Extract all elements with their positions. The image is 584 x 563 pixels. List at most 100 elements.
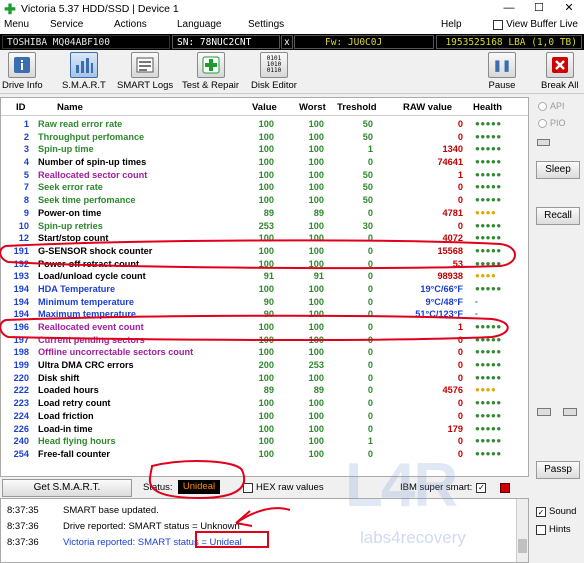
table-row[interactable]: 9 Power-on time 89 89 0 4781 ●●●● <box>1 207 528 220</box>
attr-name: Load/unload cycle count <box>38 271 146 282</box>
attr-name: Throughput perfomance <box>38 131 145 142</box>
col-health[interactable]: Health <box>473 102 502 113</box>
menu-item-settings[interactable]: Settings <box>248 19 284 30</box>
table-row[interactable]: 240 Head flying hours 100 100 1 0 ●●●●● <box>1 435 528 448</box>
attr-worst: 100 <box>308 309 324 320</box>
hints-checkbox[interactable] <box>536 524 546 535</box>
attr-value: 100 <box>258 372 274 383</box>
table-row[interactable]: 193 Load/unload cycle count 91 91 0 98938 ●●●● <box>1 270 528 283</box>
close-drive-icon[interactable]: x <box>281 35 293 49</box>
attr-name: Spin-up retries <box>38 220 103 231</box>
table-row[interactable]: 4 Number of spin-up times 100 100 0 74641 ●●●●… <box>1 156 528 169</box>
view-buffer-label: View Buffer Live <box>506 19 578 30</box>
attr-worst: 89 <box>313 207 324 218</box>
hex-raw-toggle[interactable]: HEX raw values <box>243 482 324 493</box>
attr-threshold: 0 <box>367 385 373 396</box>
table-row[interactable]: 3 Spin-up time 100 100 1 1340 ●●●●● <box>1 143 528 156</box>
attr-name: Loaded hours <box>38 385 99 396</box>
attr-threshold: 0 <box>367 360 373 371</box>
col-name[interactable]: Name <box>57 102 83 113</box>
table-row[interactable]: 197 Current pending sectors 100 100 0 0 ●●●●● <box>1 334 528 347</box>
table-row[interactable]: 194 Minimum temperature 90 100 0 9°C/48°F - <box>1 296 528 309</box>
table-row[interactable]: 194 HDA Temperature 100 100 0 19°C/66°F ●●●●● <box>1 283 528 296</box>
drive-info-button[interactable]: Drive Info <box>2 52 43 92</box>
table-row[interactable]: 2 Throughput perfomance 100 100 50 0 ●●●●● <box>1 131 528 144</box>
table-row[interactable]: 10 Spin-up retries 253 100 30 0 ●●●●● <box>1 220 528 233</box>
view-buffer-checkbox[interactable] <box>493 19 504 30</box>
small-left-button[interactable] <box>537 408 551 416</box>
sleep-button[interactable]: Sleep <box>536 161 580 179</box>
col-threshold[interactable]: Treshold <box>337 102 377 113</box>
drive-info-bar: TOSHIBA MQ04ABF100 SN: 78NUC2CNT x Fw: J… <box>0 34 584 50</box>
attr-raw: 0 <box>457 119 463 129</box>
table-row[interactable]: 220 Disk shift 100 100 0 0 ●●●●● <box>1 372 528 385</box>
disk-editor-button[interactable]: 0101 1010 0110 Disk Editor <box>251 52 297 92</box>
maximize-icon[interactable]: ☐ <box>524 0 554 17</box>
get-smart-button[interactable]: Get S.M.A.R.T. <box>2 479 132 497</box>
table-row[interactable]: 223 Load retry count 100 100 0 0 ●●●●● <box>1 397 528 410</box>
table-row[interactable]: 222 Loaded hours 89 89 0 4576 ●●●● <box>1 384 528 397</box>
pause-button[interactable]: ❚❚ Pause <box>488 52 516 92</box>
right-panel: API PIO Sleep Recall Passp <box>530 94 584 494</box>
hex-raw-checkbox[interactable] <box>243 482 253 493</box>
attr-name: Maximum temperature <box>38 309 137 320</box>
table-row[interactable]: 12 Start/stop count 100 100 0 4072 ●●●●● <box>1 232 528 245</box>
attr-threshold: 50 <box>362 195 373 206</box>
smart-button[interactable]: S.M.A.R.T <box>62 52 106 92</box>
table-row[interactable]: 5 Reallocated sector count 100 100 50 1 ●●●●● <box>1 169 528 182</box>
sound-checkbox[interactable]: ✓ <box>536 506 546 517</box>
log-scrollbar[interactable] <box>516 499 528 562</box>
test-repair-label: Test & Repair <box>182 80 240 91</box>
recall-button[interactable]: Recall <box>536 207 580 225</box>
menu-item-menu[interactable]: Menu <box>4 19 29 30</box>
pio-radio[interactable]: PIO <box>538 118 566 128</box>
attr-id: 3 <box>23 144 29 155</box>
table-row[interactable]: 7 Seek error rate 100 100 50 0 ●●●●● <box>1 181 528 194</box>
ibm-checkbox[interactable]: ✓ <box>476 482 487 493</box>
log-scroll-thumb[interactable] <box>518 539 527 553</box>
col-worst[interactable]: Worst <box>299 102 326 113</box>
ibm-super-smart[interactable]: IBM super smart: ✓ <box>400 482 511 493</box>
col-id[interactable]: ID <box>16 102 26 113</box>
api-radio[interactable]: API <box>538 101 565 111</box>
close-icon[interactable]: ✕ <box>554 0 584 17</box>
menu-item-service[interactable]: Service <box>50 19 83 30</box>
view-buffer-live-toggle[interactable]: View Buffer Live <box>493 19 578 30</box>
attr-id: 192 <box>13 258 29 269</box>
table-row[interactable]: 191 G-SENSOR shock counter 100 100 0 15568 ●●●… <box>1 245 528 258</box>
col-value[interactable]: Value <box>252 102 277 113</box>
hints-toggle[interactable]: Hints <box>536 524 571 535</box>
table-row[interactable]: 199 Ultra DMA CRC errors 200 253 0 0 ●●●●● <box>1 359 528 372</box>
attr-health: ●●●●● <box>475 182 502 192</box>
table-row[interactable]: 226 Load-in time 100 100 0 179 ●●●●● <box>1 423 528 436</box>
pause-label: Pause <box>488 80 516 91</box>
passp-button[interactable]: Passp <box>536 461 580 479</box>
table-row[interactable]: 192 Power-off retract count 100 100 0 53 ●●●●● <box>1 258 528 271</box>
attr-value: 100 <box>258 233 274 244</box>
table-row[interactable]: 1 Raw read error rate 100 100 50 0 ●●●●● <box>1 118 528 131</box>
table-row[interactable]: 254 Free-fall counter 100 100 0 0 ●●●●● <box>1 448 528 461</box>
table-row[interactable]: 8 Seek time perfomance 100 100 50 0 ●●●●● <box>1 194 528 207</box>
test-repair-button[interactable]: Test & Repair <box>182 52 239 92</box>
smart-logs-button[interactable]: SMART Logs <box>117 52 173 92</box>
table-row[interactable]: 198 Offline uncorrectable sectors count 10… <box>1 346 528 359</box>
minimize-icon[interactable]: — <box>494 0 524 17</box>
attr-health: - <box>475 296 479 306</box>
attr-health: ●●●●● <box>475 283 502 293</box>
small-right-button[interactable] <box>563 408 577 416</box>
break-all-button[interactable]: Break All <box>541 52 579 92</box>
attr-name: Head flying hours <box>38 436 116 447</box>
col-raw[interactable]: RAW value <box>403 102 452 113</box>
attr-value: 100 <box>258 195 274 206</box>
attr-worst: 100 <box>308 410 324 421</box>
menu-item-actions[interactable]: Actions <box>114 19 147 30</box>
table-row[interactable]: 224 Load friction 100 100 0 0 ●●●●● <box>1 410 528 423</box>
table-row[interactable]: 196 Reallocated event count 100 100 0 1 ●●●●● <box>1 321 528 334</box>
drive-firmware: Fw: JU0C0J <box>294 35 434 49</box>
menu-item-language[interactable]: Language <box>177 19 222 30</box>
attr-id: 196 <box>13 322 29 332</box>
menu-item-help[interactable]: Help <box>441 19 462 30</box>
table-row[interactable]: 194 Maximum temperature 90 100 0 51°C/123°F - <box>1 308 528 321</box>
attr-value: 100 <box>258 169 274 180</box>
sound-toggle[interactable]: ✓ Sound <box>536 506 576 517</box>
